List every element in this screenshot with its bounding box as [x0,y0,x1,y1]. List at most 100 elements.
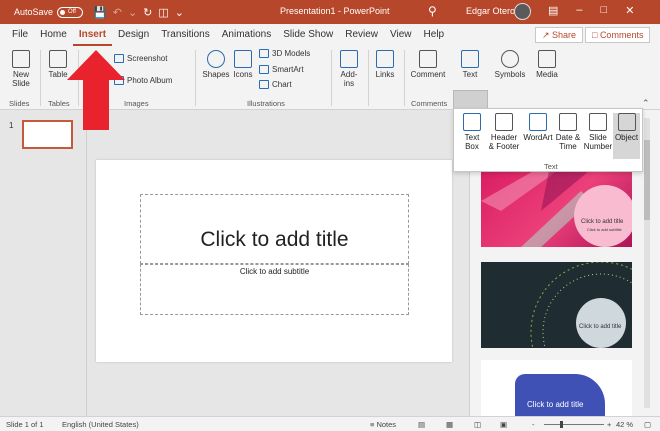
tab-review[interactable]: Review [339,24,384,46]
status-bar: Slide 1 of 1 English (United States) ≡ N… [0,416,660,431]
user-name[interactable]: Edgar Otero [466,6,515,16]
zoom-in-button[interactable]: + [607,420,611,429]
design-idea-1[interactable]: Click to add title Click to add subtitle [481,161,632,247]
symbols-button[interactable]: Symbols [493,50,527,79]
design-idea-3-shape [515,374,605,416]
comments-button[interactable]: □ Comments [585,27,651,43]
slide-thumbnail[interactable] [22,120,73,149]
media-icon [538,50,556,68]
notes-button[interactable]: ≡ Notes [370,420,396,429]
autosave-control[interactable]: AutoSave Off [14,6,84,18]
close-icon[interactable]: ✕ [625,4,634,17]
smartart-button[interactable]: SmartArt [259,65,304,74]
tab-transitions[interactable]: Transitions [155,24,216,46]
zoom-level[interactable]: 42 % [616,420,633,429]
shapes-button[interactable]: Shapes [202,50,230,79]
reading-view-icon[interactable]: ◫ [474,420,481,429]
link-icon [376,50,394,68]
design-idea-2-title: Click to add title [579,324,622,330]
save-icon[interactable]: 💾 [93,6,107,19]
collapse-ribbon-icon[interactable]: ⌃ [642,98,650,109]
divider [40,50,41,106]
screenshot-label: Screenshot [127,54,168,63]
language[interactable]: English (United States) [62,420,139,429]
zoom-out-button[interactable]: - [532,420,535,429]
slide-info: Slide 1 of 1 [6,420,44,429]
symbols-label: Symbols [494,70,526,79]
header-footer-line2: & Footer [488,142,520,151]
design-idea-2[interactable]: Click to add title [481,262,632,348]
text-dropdown-panel: Text Box Header & Footer WordArt Date & … [453,108,643,172]
text-group-label: Text [544,162,558,171]
notes-label: Notes [376,420,397,429]
normal-view-icon[interactable]: ▤ [418,420,425,429]
new-slide-label: New Slide [12,70,30,88]
text-box-line2: Box [465,142,479,151]
design-idea-2-circle [576,298,626,348]
addins-label: Add-ins [340,70,358,88]
addins-button[interactable]: Add-ins [336,50,362,88]
new-slide-button[interactable]: New Slide [7,50,35,88]
group-label-images: Images [124,99,149,108]
links-button[interactable]: Links [372,50,398,79]
slideshow-view-icon[interactable]: ▣ [500,420,507,429]
zoom-slider[interactable] [544,424,604,425]
text-box-line1: Text [464,133,480,142]
date-time-button[interactable]: Date & Time [555,113,581,151]
ribbon-display-icon[interactable]: ▤ [548,4,558,17]
subtitle-placeholder[interactable]: Click to add subtitle [140,264,409,315]
designer-scroll-thumb[interactable] [644,140,650,220]
tab-slide-show[interactable]: Slide Show [277,24,339,46]
tab-file[interactable]: File [6,24,34,46]
slide-number-line2: Number [583,142,613,151]
media-button[interactable]: Media [533,50,561,79]
shapes-label: Shapes [202,70,230,79]
tab-animations[interactable]: Animations [216,24,277,46]
present-icon[interactable]: ◫ [158,6,168,19]
title-placeholder[interactable]: Click to add title [140,194,409,264]
wordart-icon [529,113,547,131]
redo-icon[interactable]: ↻ [143,6,152,19]
design-idea-1-circle [574,185,632,247]
3d-models-button[interactable]: 3D Models [259,49,310,58]
tab-home[interactable]: Home [34,24,73,46]
maximize-icon[interactable]: □ [601,4,608,17]
comment-button[interactable]: Comment [408,50,448,79]
icons-button[interactable]: Icons [232,50,254,79]
title-placeholder-text: Click to add title [200,228,349,251]
customize-qa-icon[interactable]: ⌄ [175,6,184,19]
tab-insert[interactable]: Insert [72,24,113,46]
undo-icon[interactable]: ↶ [113,6,122,19]
slides-pane [0,110,86,416]
avatar[interactable] [514,3,531,20]
symbols-icon [501,50,519,68]
chart-button[interactable]: Chart [259,80,292,89]
design-idea-3[interactable]: Click to add title [481,360,632,416]
divider [331,50,332,106]
tab-design[interactable]: Design [112,24,155,46]
tab-view[interactable]: View [384,24,418,46]
zoom-slider-thumb[interactable] [560,421,563,428]
minimize-icon[interactable]: – [576,4,582,17]
app-title: Presentation1 - PowerPoint [280,6,390,16]
text-button[interactable]: Text [456,50,484,79]
object-button[interactable]: Object [613,113,640,159]
search-icon[interactable]: ⚲ [428,4,437,18]
autosave-toggle[interactable]: Off [57,6,84,18]
quick-access-toolbar: 💾 ↶ ⌄ ↻ ◫ ⌄ [93,6,184,19]
design-idea-3-title: Click to add title [527,400,584,409]
tab-help[interactable]: Help [418,24,451,46]
header-footer-button[interactable]: Header & Footer [486,113,522,151]
media-label: Media [536,70,558,79]
text-box-button[interactable]: Text Box [458,113,486,151]
slide-canvas[interactable]: Click to add title Click to add subtitle [96,160,452,362]
group-label-slides: Slides [9,99,30,108]
fit-to-window-icon[interactable]: ▢ [644,420,651,429]
wordart-button[interactable]: WordArt [521,113,555,142]
pane-divider[interactable] [86,110,87,416]
share-button[interactable]: ↗ Share [535,27,584,43]
divider [195,50,196,106]
slide-number-button[interactable]: Slide Number [583,113,613,151]
slide-sorter-icon[interactable]: ▦ [446,420,453,429]
undo-dropdown-icon[interactable]: ⌄ [128,6,137,19]
